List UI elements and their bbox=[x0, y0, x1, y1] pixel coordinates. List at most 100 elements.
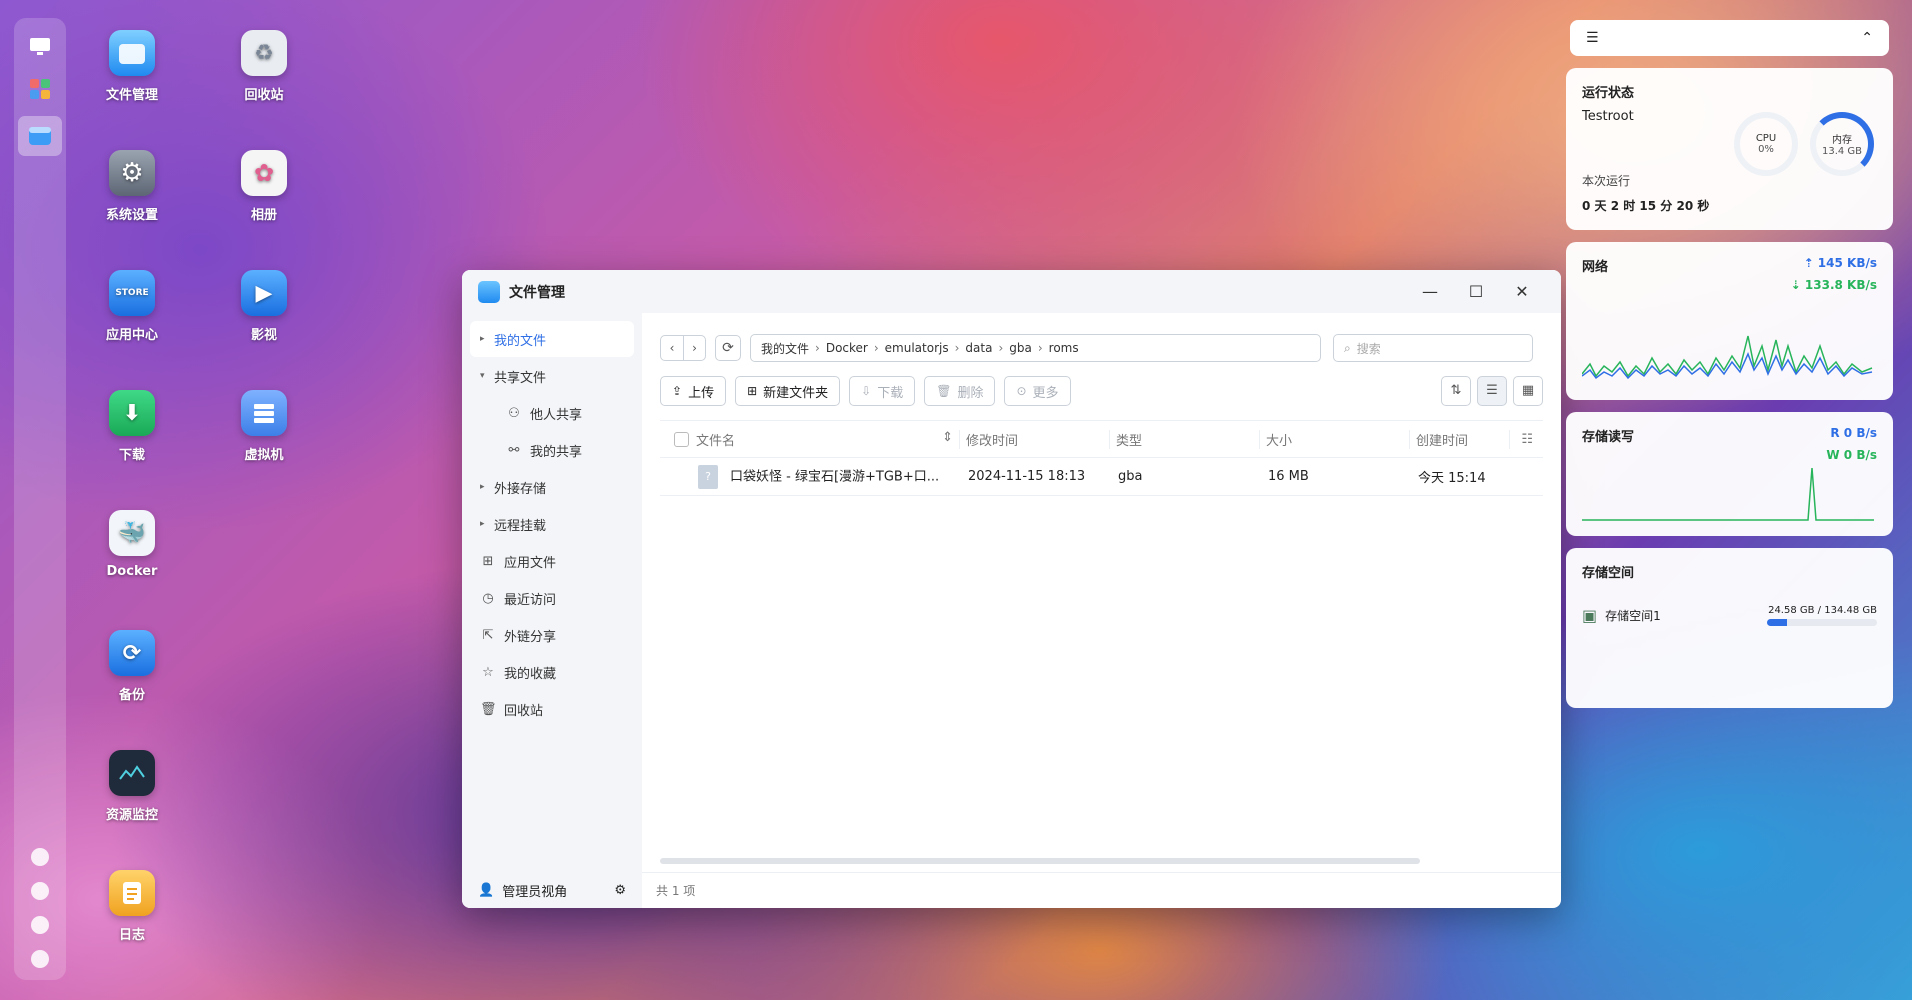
column-label: 修改时间 bbox=[966, 433, 1019, 449]
column-settings-icon[interactable]: ☷ bbox=[1510, 432, 1543, 447]
desktop-file-manager[interactable]: 文件管理 bbox=[82, 30, 182, 103]
sidebar-item-remote-mount[interactable]: ▸ 远程挂载 bbox=[470, 506, 634, 542]
download-icon: ⇩ bbox=[861, 384, 872, 398]
desktop-settings[interactable]: ⚙ 系统设置 bbox=[82, 150, 182, 223]
sidebar-item-label: 最近访问 bbox=[504, 592, 557, 608]
storage-usage-fill bbox=[1767, 619, 1787, 626]
disk-io-graph bbox=[1582, 467, 1874, 521]
app-grid-icon[interactable] bbox=[25, 74, 55, 104]
widget-panel: ☰ ⌃ 运行状态 Testroot CPU 0% 内存 13.4 GB 本次运行… bbox=[1566, 20, 1893, 708]
sort-button[interactable]: ⇅ bbox=[1441, 376, 1471, 406]
network-widget: 网络 ⇡ 145 KB/s ⇣ 133.8 KB/s bbox=[1566, 242, 1893, 400]
more-button[interactable]: ⊙ 更多 bbox=[1004, 376, 1071, 406]
file-manager-icon bbox=[478, 280, 500, 303]
column-label: 类型 bbox=[1116, 433, 1143, 449]
settings-icon[interactable] bbox=[31, 950, 49, 968]
icon-label: 文件管理 bbox=[105, 88, 158, 103]
breadcrumb-item[interactable]: 我的文件 bbox=[761, 340, 809, 357]
admin-view-toggle[interactable]: 👤 管理员视角 ⚙ bbox=[462, 872, 642, 908]
sidebar-item-label: 他人共享 bbox=[530, 407, 583, 423]
download-button[interactable]: ⇩ 下载 bbox=[849, 376, 916, 406]
desktop-download[interactable]: ⬇ 下载 bbox=[82, 390, 182, 463]
close-button[interactable]: ✕ bbox=[1499, 282, 1545, 301]
desktop-docker[interactable]: 🐳 Docker bbox=[82, 510, 182, 579]
widget-settings-icon[interactable]: ☰ bbox=[1586, 30, 1599, 46]
sidebar-item-label: 应用文件 bbox=[504, 555, 557, 571]
select-all-checkbox[interactable] bbox=[674, 431, 689, 447]
forward-button[interactable]: › bbox=[683, 336, 705, 360]
icon-label: 下载 bbox=[118, 448, 145, 463]
desktop-vm[interactable]: 虚拟机 bbox=[214, 390, 314, 463]
sidebar-item-label: 回收站 bbox=[504, 703, 544, 719]
breadcrumb-item[interactable]: roms bbox=[1049, 341, 1079, 355]
search-icon: ⌕ bbox=[1344, 340, 1351, 355]
collapse-icon[interactable]: ⌃ bbox=[1861, 30, 1873, 46]
search-input[interactable]: ⌕ 搜索 bbox=[1333, 334, 1533, 362]
sidebar: ▸ 我的文件 ▾ 共享文件 ⚇ 他人共享 ⚯ 我的共享 ▸ 外接存储 ▸ 远程挂载 ⊞ 应用文… bbox=[462, 313, 642, 908]
apps-icon: ⊞ bbox=[482, 553, 494, 569]
sidebar-item-my-shares[interactable]: ⚯ 我的共享 bbox=[470, 432, 634, 468]
sidebar-item-my-files[interactable]: ▸ 我的文件 bbox=[470, 321, 634, 357]
breadcrumb-separator-icon: › bbox=[873, 341, 879, 355]
back-button[interactable]: ‹ bbox=[661, 336, 683, 360]
status-widget: 运行状态 Testroot CPU 0% 内存 13.4 GB 本次运行 0 天… bbox=[1566, 68, 1893, 230]
sidebar-item-link-share[interactable]: ⇱ 外链分享 bbox=[470, 617, 634, 653]
status-title: 运行状态 bbox=[1582, 86, 1635, 101]
theme-icon[interactable] bbox=[31, 848, 49, 866]
desktop-resource-monitor[interactable]: 资源监控 bbox=[82, 750, 182, 823]
desktop-log[interactable]: 日志 bbox=[82, 870, 182, 943]
column-type[interactable]: 类型 bbox=[1110, 429, 1260, 449]
new-folder-button[interactable]: ⊞ 新建文件夹 bbox=[735, 376, 841, 406]
minimize-button[interactable]: — bbox=[1407, 282, 1453, 301]
column-name[interactable]: 文件名 ⇕ bbox=[690, 429, 960, 449]
file-name: 口袋妖怪 - 绿宝石[漫游+TGB+口... bbox=[730, 469, 940, 484]
list-view-button[interactable]: ☰ bbox=[1477, 376, 1507, 406]
column-modified[interactable]: 修改时间 bbox=[960, 429, 1110, 449]
docker-icon: 🐳 bbox=[109, 510, 155, 556]
titlebar[interactable]: 文件管理 — ☐ ✕ bbox=[462, 270, 1561, 313]
maximize-button[interactable]: ☐ bbox=[1453, 282, 1499, 301]
settings-icon[interactable]: ⚙ bbox=[614, 883, 626, 898]
desktop-recycle-bin[interactable]: ♻ 回收站 bbox=[214, 30, 314, 103]
desktop-backup[interactable]: ⟳ 备份 bbox=[82, 630, 182, 703]
new-folder-label: 新建文件夹 bbox=[763, 385, 829, 401]
sidebar-item-external-storage[interactable]: ▸ 外接存储 bbox=[470, 469, 634, 505]
breadcrumb: 我的文件 › Docker › emulatorjs › data › gba › rom… bbox=[750, 334, 1321, 362]
refresh-button[interactable]: ⟳ bbox=[715, 335, 741, 361]
star-icon: ☆ bbox=[482, 664, 494, 680]
horizontal-scrollbar[interactable] bbox=[660, 858, 1420, 864]
breadcrumb-item[interactable]: gba bbox=[1009, 341, 1032, 355]
cpu-value: 0% bbox=[1758, 144, 1774, 155]
network-upload-value: 145 KB/s bbox=[1817, 256, 1877, 270]
new-folder-icon: ⊞ bbox=[747, 384, 758, 398]
sidebar-item-trash[interactable]: 🗑 回收站 bbox=[470, 691, 634, 727]
storage-pool-row[interactable]: ▣ 存储空间1 24.58 GB / 134.48 GB bbox=[1582, 605, 1877, 626]
table-row[interactable]: ? 口袋妖怪 - 绿宝石[漫游+TGB+口... 2024-11-15 18:13… bbox=[660, 458, 1543, 496]
sidebar-item-shared-with-me[interactable]: ⚇ 他人共享 bbox=[470, 395, 634, 431]
breadcrumb-separator-icon: › bbox=[815, 341, 820, 355]
upload-button[interactable]: ⇪ 上传 bbox=[660, 376, 727, 406]
sidebar-item-recent[interactable]: ◷ 最近访问 bbox=[470, 580, 634, 616]
column-created[interactable]: 创建时间 bbox=[1410, 429, 1510, 449]
monitor-icon bbox=[109, 750, 155, 796]
sidebar-item-app-files[interactable]: ⊞ 应用文件 bbox=[470, 543, 634, 579]
desktop-icon[interactable] bbox=[25, 32, 55, 62]
column-size[interactable]: 大小 bbox=[1260, 429, 1410, 449]
sidebar-item-favorites[interactable]: ☆ 我的收藏 bbox=[470, 654, 634, 690]
breadcrumb-item[interactable]: emulatorjs bbox=[885, 341, 949, 355]
desktop-video[interactable]: ▶ 影视 bbox=[214, 270, 314, 343]
file-icon: ? bbox=[698, 464, 718, 489]
bell-icon[interactable] bbox=[31, 882, 49, 900]
file-manager-dock-icon[interactable] bbox=[18, 116, 62, 156]
desktop-app-center[interactable]: STORE 应用中心 bbox=[82, 270, 182, 343]
desktop-photos[interactable]: ✿ 相册 bbox=[214, 150, 314, 223]
grid-view-button[interactable]: ▦ bbox=[1513, 376, 1543, 406]
user-icon[interactable] bbox=[31, 916, 49, 934]
delete-button[interactable]: 🗑 删除 bbox=[924, 376, 996, 406]
breadcrumb-separator-icon: › bbox=[954, 341, 960, 355]
breadcrumb-item[interactable]: Docker bbox=[826, 341, 868, 355]
breadcrumb-item[interactable]: data bbox=[965, 341, 992, 355]
chevron-right-icon: ▸ bbox=[480, 482, 485, 492]
folder-icon bbox=[109, 30, 155, 76]
sidebar-item-shared-files[interactable]: ▾ 共享文件 bbox=[470, 358, 634, 394]
